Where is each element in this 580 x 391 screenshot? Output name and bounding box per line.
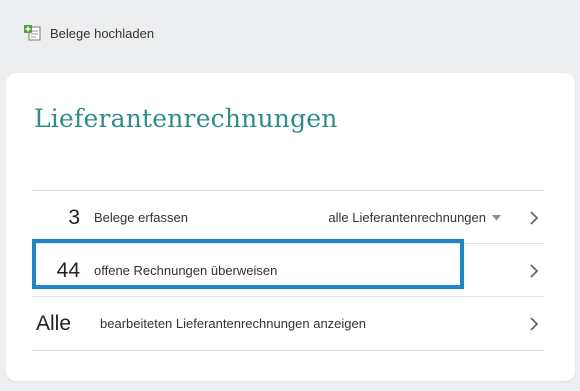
row-processed-invoices[interactable]: Alle bearbeiteten Lieferantenrechnungen …: [32, 296, 545, 351]
row-count: Alle: [36, 311, 72, 335]
upload-receipts-label: Belege hochladen: [50, 25, 155, 41]
chevron-right-icon: [530, 210, 539, 225]
row-label: bearbeiteten Lieferantenrechnungen anzei…: [100, 316, 366, 331]
chevron-right-icon: [530, 316, 539, 331]
row-capture-receipts[interactable]: 3 Belege erfassen alle Lieferantenrechnu…: [32, 190, 545, 244]
filter-dropdown[interactable]: alle Lieferantenrechnungen: [328, 210, 501, 225]
upload-receipts-link[interactable]: Belege hochladen: [24, 24, 154, 42]
row-label: offene Rechnungen überweisen: [94, 263, 278, 278]
card-title: Lieferantenrechnungen: [34, 104, 338, 133]
row-label: Belege erfassen: [94, 210, 188, 225]
row-open-invoices[interactable]: 44 offene Rechnungen überweisen: [32, 243, 545, 297]
chevron-right-icon: [530, 263, 539, 278]
row-count: 44: [56, 258, 80, 282]
supplier-invoices-card: Lieferantenrechnungen 3 Belege erfassen …: [6, 73, 575, 381]
caret-down-icon: [492, 214, 501, 220]
row-count: 3: [68, 205, 80, 229]
filter-dropdown-label: alle Lieferantenrechnungen: [328, 210, 486, 225]
upload-document-icon: [24, 24, 42, 42]
